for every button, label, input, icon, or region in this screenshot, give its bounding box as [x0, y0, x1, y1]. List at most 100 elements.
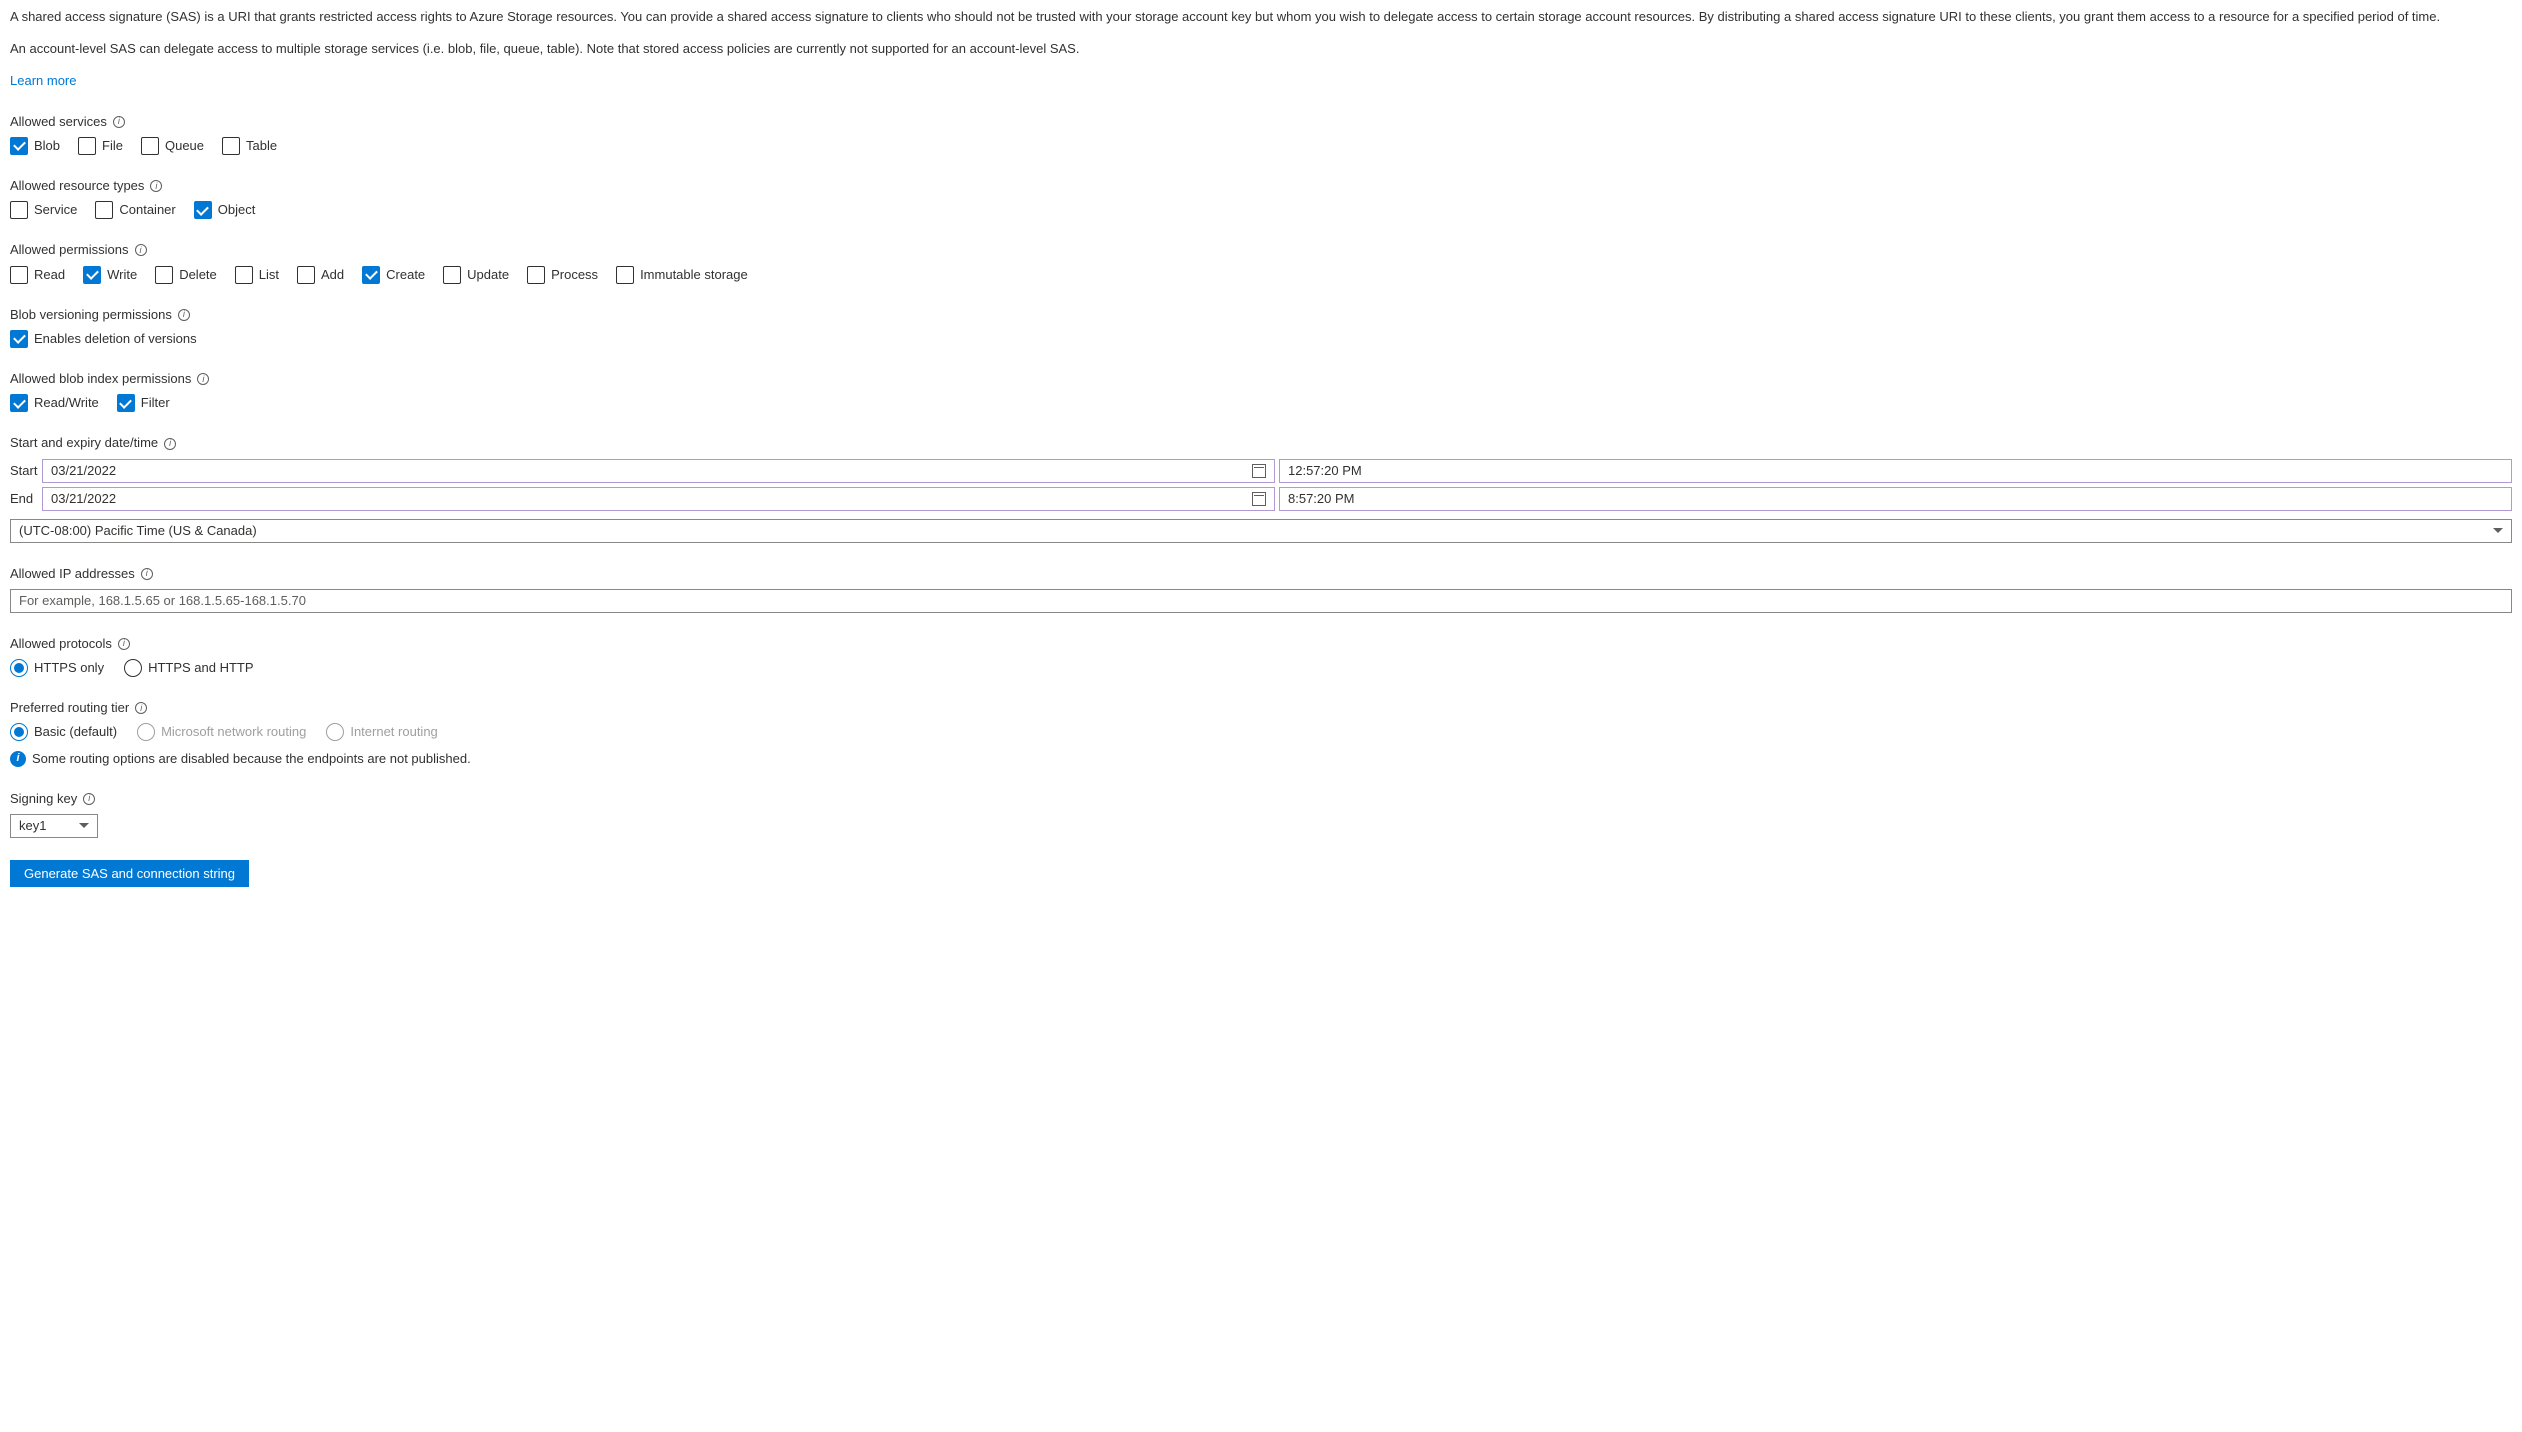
checkbox-icon — [10, 394, 28, 412]
checkbox-label: Object — [218, 201, 256, 219]
intro-p2: An account-level SAS can delegate access… — [10, 40, 2512, 58]
radio-icon — [124, 659, 142, 677]
generate-sas-button[interactable]: Generate SAS and connection string — [10, 860, 249, 887]
checkbox-icon — [95, 201, 113, 219]
checkbox-icon — [141, 137, 159, 155]
checkbox-label: Add — [321, 266, 344, 284]
checkbox-label: Delete — [179, 266, 217, 284]
radio-label: HTTPS and HTTP — [148, 659, 253, 677]
allowed-protocols-section: Allowed protocols HTTPS onlyHTTPS and HT… — [10, 635, 2512, 677]
radio-icon — [10, 659, 28, 677]
start-date-input[interactable]: 03/21/2022 — [42, 459, 1275, 483]
checkbox-icon — [443, 266, 461, 284]
checkbox-queue[interactable]: Queue — [141, 137, 204, 155]
checkbox-icon — [194, 201, 212, 219]
allowed-resource-types-label: Allowed resource types — [10, 177, 144, 195]
radio-https-only[interactable]: HTTPS only — [10, 659, 104, 677]
radio-basic-default[interactable]: Basic (default) — [10, 723, 117, 741]
checkbox-read[interactable]: Read — [10, 266, 65, 284]
checkbox-icon — [10, 330, 28, 348]
radio-https-and-http[interactable]: HTTPS and HTTP — [124, 659, 253, 677]
checkbox-write[interactable]: Write — [83, 266, 137, 284]
checkbox-label: Process — [551, 266, 598, 284]
calendar-icon — [1252, 492, 1266, 506]
calendar-icon — [1252, 464, 1266, 478]
checkbox-label: Container — [119, 201, 175, 219]
info-icon[interactable] — [83, 793, 95, 805]
checkbox-icon — [10, 137, 28, 155]
checkbox-icon — [527, 266, 545, 284]
start-time-value: 12:57:20 PM — [1288, 462, 1362, 480]
checkbox-label: List — [259, 266, 279, 284]
end-time-value: 8:57:20 PM — [1288, 490, 1355, 508]
info-icon[interactable] — [164, 438, 176, 450]
checkbox-immutable-storage[interactable]: Immutable storage — [616, 266, 748, 284]
checkbox-label: Queue — [165, 137, 204, 155]
end-time-input[interactable]: 8:57:20 PM — [1279, 487, 2512, 511]
checkbox-list[interactable]: List — [235, 266, 279, 284]
timezone-select[interactable]: (UTC-08:00) Pacific Time (US & Canada) — [10, 519, 2512, 543]
learn-more-link[interactable]: Learn more — [10, 73, 76, 88]
info-icon[interactable] — [197, 373, 209, 385]
info-icon[interactable] — [150, 180, 162, 192]
info-icon[interactable] — [113, 116, 125, 128]
checkbox-update[interactable]: Update — [443, 266, 509, 284]
checkbox-label: Service — [34, 201, 77, 219]
checkbox-enables-deletion-of-versions[interactable]: Enables deletion of versions — [10, 330, 197, 348]
info-icon[interactable] — [178, 309, 190, 321]
radio-label: Microsoft network routing — [161, 723, 306, 741]
checkbox-icon — [83, 266, 101, 284]
signing-key-section: Signing key key1 — [10, 790, 2512, 838]
checkbox-icon — [155, 266, 173, 284]
timezone-value: (UTC-08:00) Pacific Time (US & Canada) — [19, 522, 257, 540]
blob-versioning-label: Blob versioning permissions — [10, 306, 172, 324]
checkbox-icon — [10, 266, 28, 284]
checkbox-icon — [616, 266, 634, 284]
checkbox-label: Update — [467, 266, 509, 284]
datetime-label: Start and expiry date/time — [10, 434, 158, 452]
checkbox-blob[interactable]: Blob — [10, 137, 60, 155]
radio-icon — [10, 723, 28, 741]
checkbox-delete[interactable]: Delete — [155, 266, 217, 284]
checkbox-container[interactable]: Container — [95, 201, 175, 219]
checkbox-label: File — [102, 137, 123, 155]
signing-key-select[interactable]: key1 — [10, 814, 98, 838]
checkbox-read-write[interactable]: Read/Write — [10, 394, 99, 412]
checkbox-filter[interactable]: Filter — [117, 394, 170, 412]
allowed-services-label: Allowed services — [10, 113, 107, 131]
info-icon[interactable] — [118, 638, 130, 650]
routing-label: Preferred routing tier — [10, 699, 129, 717]
checkbox-label: Write — [107, 266, 137, 284]
allowed-ip-section: Allowed IP addresses For example, 168.1.… — [10, 565, 2512, 613]
checkbox-add[interactable]: Add — [297, 266, 344, 284]
datetime-section: Start and expiry date/time Start 03/21/2… — [10, 434, 2512, 542]
checkbox-service[interactable]: Service — [10, 201, 77, 219]
intro-p1: A shared access signature (SAS) is a URI… — [10, 8, 2512, 26]
checkbox-process[interactable]: Process — [527, 266, 598, 284]
start-time-input[interactable]: 12:57:20 PM — [1279, 459, 2512, 483]
info-icon[interactable] — [141, 568, 153, 580]
checkbox-create[interactable]: Create — [362, 266, 425, 284]
checkbox-label: Blob — [34, 137, 60, 155]
radio-internet-routing: Internet routing — [326, 723, 437, 741]
blob-index-section: Allowed blob index permissions Read/Writ… — [10, 370, 2512, 412]
allowed-services-section: Allowed services Blob File Queue Table — [10, 113, 2512, 155]
info-icon[interactable] — [135, 702, 147, 714]
allowed-permissions-label: Allowed permissions — [10, 241, 129, 259]
blob-index-label: Allowed blob index permissions — [10, 370, 191, 388]
radio-icon — [137, 723, 155, 741]
checkbox-file[interactable]: File — [78, 137, 123, 155]
allowed-ip-input[interactable]: For example, 168.1.5.65 or 168.1.5.65-16… — [10, 589, 2512, 613]
radio-microsoft-network-routing: Microsoft network routing — [137, 723, 306, 741]
info-icon[interactable] — [135, 244, 147, 256]
end-date-input[interactable]: 03/21/2022 — [42, 487, 1275, 511]
checkbox-label: Enables deletion of versions — [34, 330, 197, 348]
checkbox-object[interactable]: Object — [194, 201, 256, 219]
checkbox-icon — [222, 137, 240, 155]
start-label: Start — [10, 462, 38, 480]
allowed-permissions-section: Allowed permissions Read Write Delete List A… — [10, 241, 2512, 283]
checkbox-icon — [117, 394, 135, 412]
radio-label: Internet routing — [350, 723, 437, 741]
checkbox-table[interactable]: Table — [222, 137, 277, 155]
radio-icon — [326, 723, 344, 741]
